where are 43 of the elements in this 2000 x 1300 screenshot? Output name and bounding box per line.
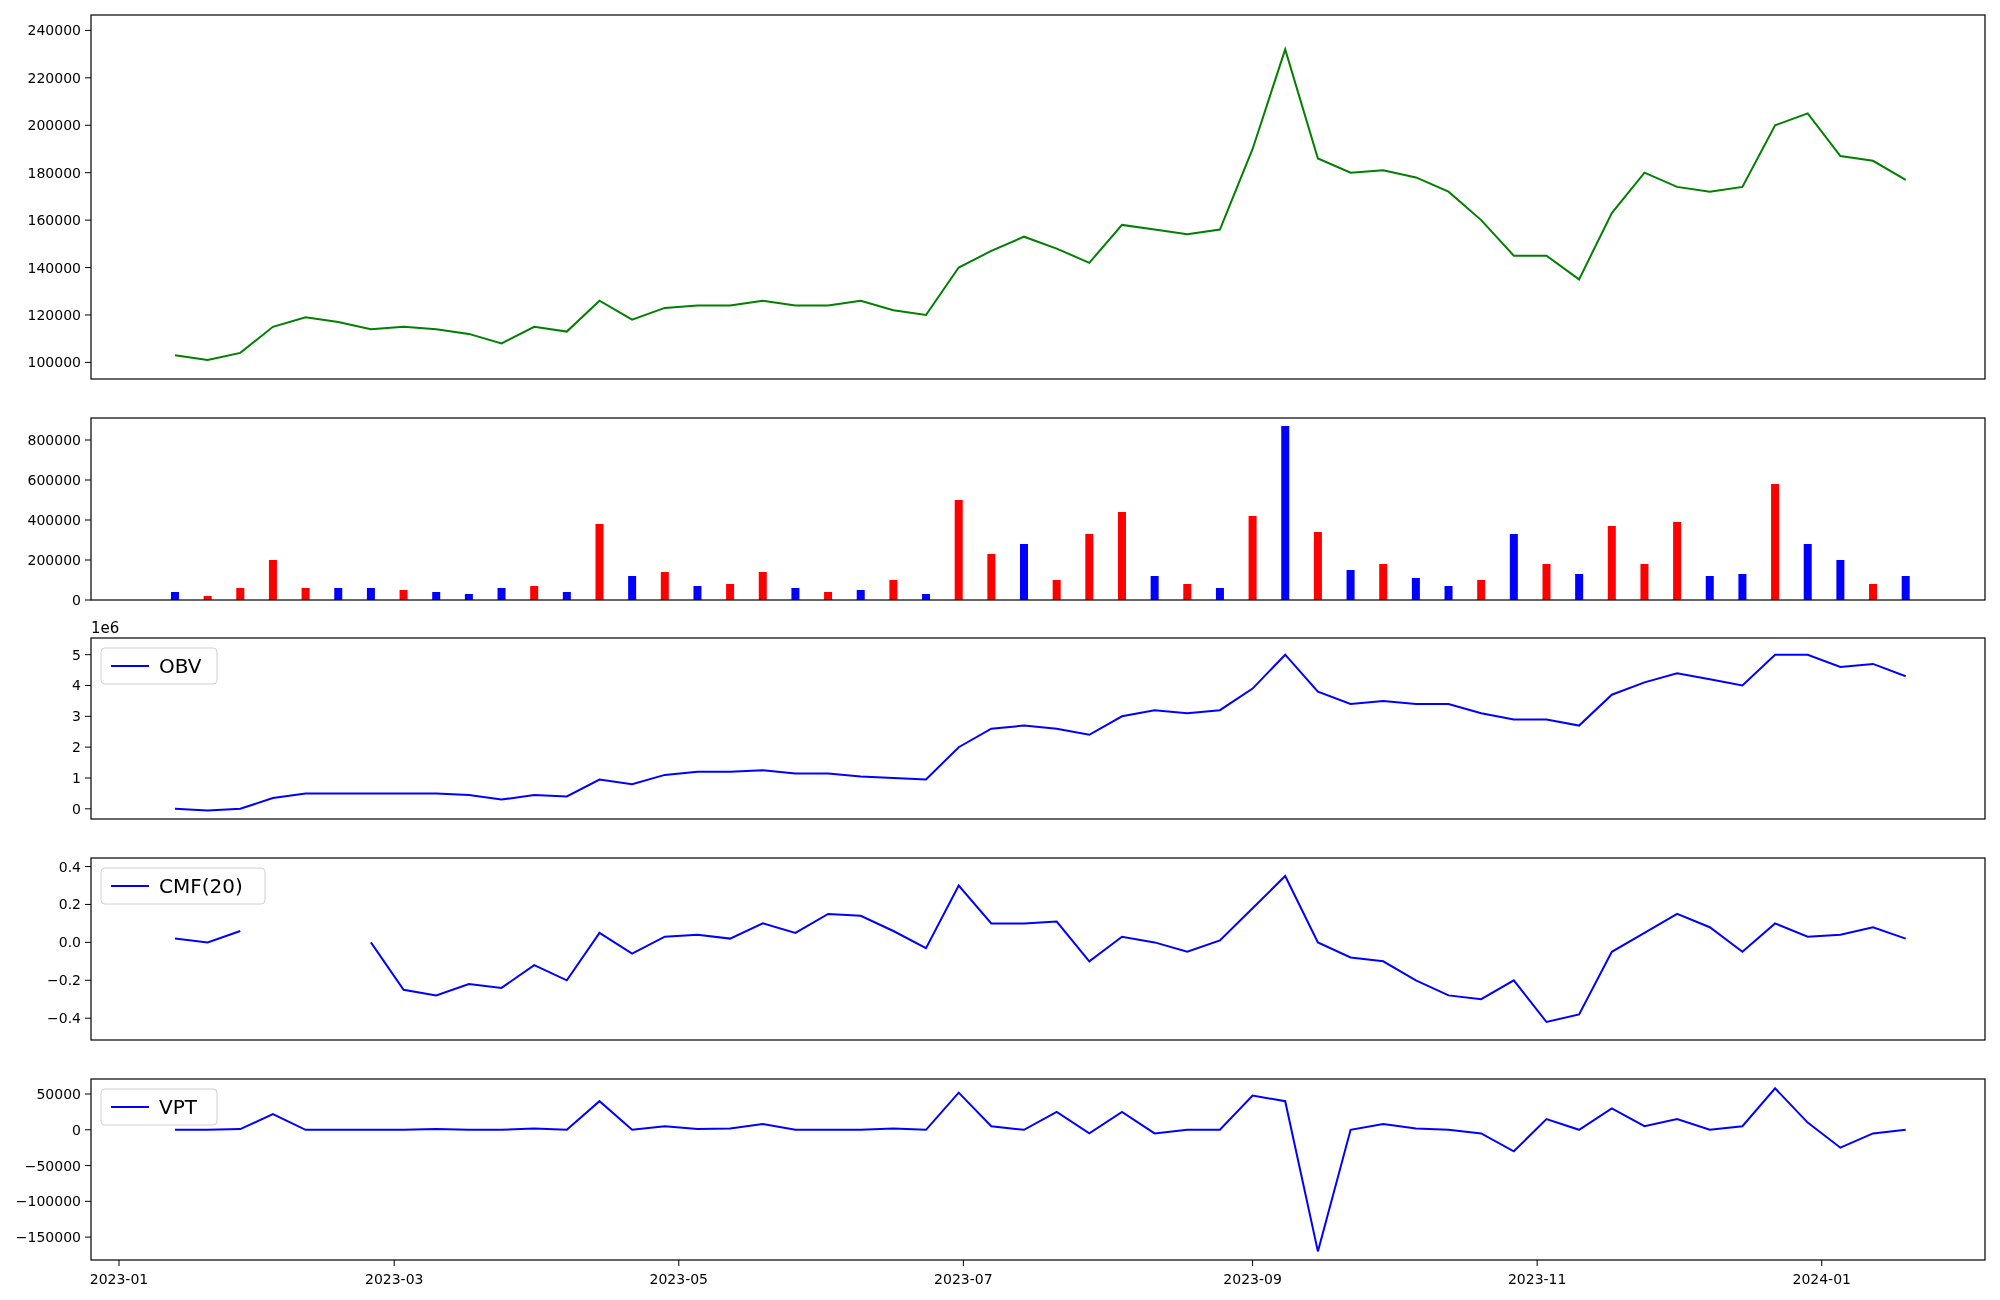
y-tick-label: 120000: [27, 306, 81, 323]
y-tick-label: 200000: [27, 552, 81, 568]
x-tick-label: 2024-01: [1792, 1271, 1851, 1287]
y-tick-label: 0: [72, 800, 81, 817]
y-tick-label: −0.4: [47, 1010, 81, 1027]
y-tick-label: 1: [72, 770, 81, 786]
x-tick-label: 2023-03: [365, 1271, 424, 1287]
y-tick-label: −50000: [24, 1157, 81, 1174]
y-tick-label: 50000: [36, 1086, 81, 1102]
y-tick-label: −150000: [15, 1229, 81, 1246]
y-tick-label: 0.2: [58, 896, 81, 913]
y-tick-label: 0: [72, 1121, 81, 1138]
legend-label: OBV: [159, 654, 202, 678]
y-tick-label: 200000: [27, 117, 81, 134]
y-tick-label: 180000: [27, 164, 81, 181]
x-tick-label: 2023-11: [1507, 1271, 1567, 1287]
y-tick-label: 0.4: [58, 858, 81, 875]
legend-line-icon: [110, 1106, 150, 1108]
y-tick-label: 2: [72, 739, 81, 756]
y-tick-label: 3: [72, 708, 81, 725]
y-tick-label: 100000: [27, 354, 81, 371]
legend-label: CMF(20): [159, 874, 243, 898]
y-tick-label: 0.0: [58, 934, 81, 951]
legend-line-icon: [110, 885, 150, 887]
y-tick-label: 400000: [27, 512, 81, 528]
y-tick-label: 140000: [27, 259, 81, 276]
y-tick-label: 800000: [27, 432, 81, 448]
x-tick-label: 2023-09: [1223, 1271, 1282, 1287]
y-tick-label: 600000: [27, 472, 81, 488]
y-tick-label: 240000: [27, 22, 81, 39]
x-tick-label: 2023-07: [934, 1271, 993, 1287]
y-tick-label: 160000: [27, 212, 81, 229]
axis-offset-label: 1e6: [91, 620, 120, 637]
y-tick-label: 220000: [27, 69, 81, 86]
y-tick-label: −100000: [15, 1193, 81, 1210]
y-tick-label: 5: [72, 646, 81, 663]
x-tick-label: 2023-01: [89, 1271, 149, 1287]
x-tick-label: 2023-05: [649, 1271, 709, 1287]
legend-line-icon: [110, 665, 150, 667]
y-tick-label: 4: [72, 677, 81, 694]
y-tick-label: −0.2: [47, 972, 81, 989]
y-tick-label: 0: [72, 592, 81, 608]
legend-label: VPT: [159, 1095, 197, 1119]
